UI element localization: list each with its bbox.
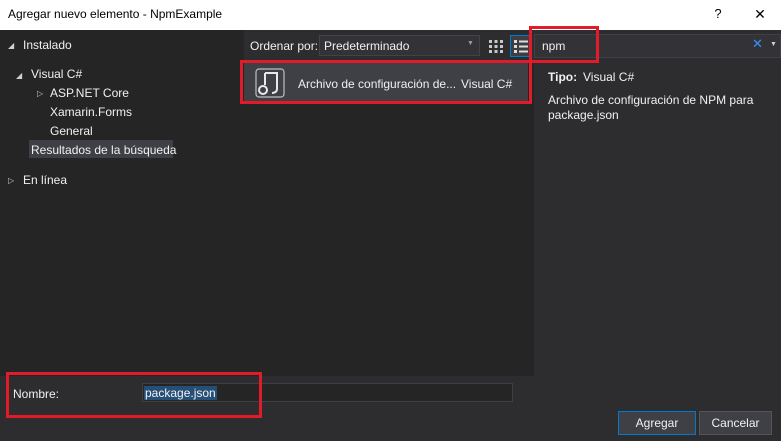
- tree-item-general[interactable]: General: [50, 124, 93, 138]
- result-highlight-annotation: [240, 60, 532, 104]
- search-highlight-annotation: [529, 26, 599, 63]
- search-dropdown-arrow-icon[interactable]: ▼: [770, 41, 777, 48]
- category-tree: [0, 30, 244, 376]
- tree-item-xamarin-forms[interactable]: Xamarin.Forms: [50, 105, 132, 119]
- dropdown-arrow-icon[interactable]: ▼: [467, 40, 474, 47]
- window-title: Agregar nuevo elemento - NpmExample: [8, 7, 223, 21]
- grid-view-button[interactable]: [486, 36, 506, 56]
- sort-dropdown-value: Predeterminado: [324, 39, 410, 53]
- name-highlight-annotation: [6, 372, 262, 418]
- tree-item-search-results[interactable]: Resultados de la búsqueda: [31, 143, 176, 157]
- add-button[interactable]: Agregar: [618, 411, 696, 435]
- tree-item-visual-csharp[interactable]: Visual C#: [31, 67, 82, 81]
- collapsed-caret-icon[interactable]: ▷: [37, 89, 43, 98]
- list-view-icon: [514, 40, 528, 53]
- template-description: Archivo de configuración de NPM para pac…: [548, 93, 754, 122]
- tree-item-installed[interactable]: Instalado: [23, 38, 72, 52]
- expanded-caret-icon[interactable]: ◢: [8, 41, 14, 50]
- type-value: Visual C#: [583, 70, 635, 84]
- tree-item-aspnet-core[interactable]: ASP.NET Core: [50, 86, 129, 100]
- sort-label: Ordenar por:: [250, 39, 319, 53]
- cancel-button[interactable]: Cancelar: [699, 411, 772, 435]
- expanded-caret-icon[interactable]: ◢: [16, 71, 22, 80]
- collapsed-caret-icon[interactable]: ▷: [8, 176, 14, 185]
- clear-search-icon[interactable]: ✕: [752, 36, 763, 52]
- type-label: Tipo:: [548, 70, 578, 84]
- close-button[interactable]: ✕: [748, 4, 772, 24]
- help-button[interactable]: ?: [708, 4, 728, 24]
- tree-item-online[interactable]: En línea: [23, 173, 67, 187]
- grid-view-icon: [489, 40, 503, 53]
